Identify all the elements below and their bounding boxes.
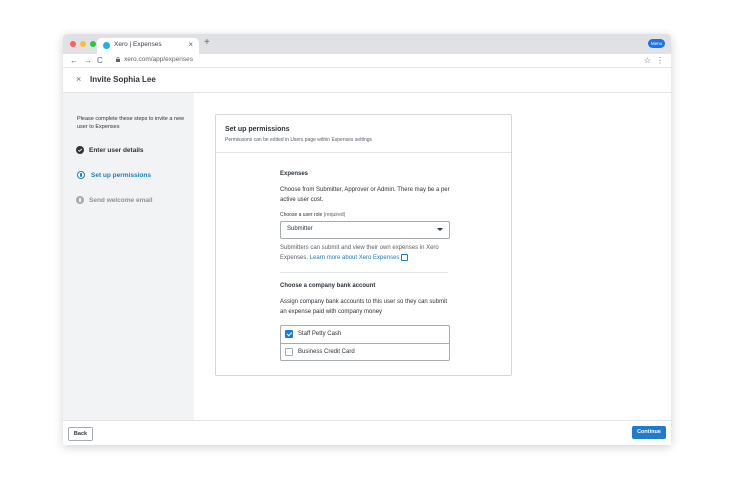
browser-menu-icon[interactable]: ⋮ — [656, 54, 664, 67]
step-label: Enter user details — [89, 146, 144, 154]
url-input[interactable]: xero.com/app/expenses — [124, 56, 193, 63]
staff-petty-cash-checkbox[interactable] — [285, 330, 293, 338]
app-header: × Invite Sophia Lee — [63, 68, 671, 93]
browser-window: Xero | Expenses × + Menu ← → C xero.com/… — [63, 34, 671, 445]
address-bar: ← → C xero.com/app/expenses ☆ ⋮ — [63, 54, 671, 68]
close-icon[interactable]: × — [76, 74, 81, 84]
user-role-label: Choose a user role (required) — [280, 212, 345, 218]
bank-account-row-staff-petty-cash[interactable]: Staff Petty Cash — [281, 326, 449, 343]
divider — [216, 152, 511, 153]
browser-tab[interactable]: Xero | Expenses × — [97, 38, 199, 54]
user-role-select[interactable]: Submitter — [280, 221, 450, 239]
xero-favicon-icon — [103, 42, 110, 49]
bank-account-row-business-credit-card[interactable]: Business Credit Card — [281, 343, 449, 361]
tab-close-icon[interactable]: × — [188, 40, 193, 49]
bank-account-list: Staff Petty Cash Business Credit Card — [280, 325, 450, 361]
lock-icon — [116, 57, 120, 62]
chevron-down-icon — [437, 228, 443, 231]
card-title: Set up permissions — [225, 126, 290, 133]
reload-icon[interactable]: C — [97, 54, 103, 67]
bank-account-heading: Choose a company bank account — [280, 283, 376, 289]
minimize-window-button[interactable] — [80, 41, 86, 47]
expenses-heading: Expenses — [280, 171, 309, 177]
required-indicator: (required) — [323, 212, 346, 218]
bank-account-label: Staff Petty Cash — [298, 331, 342, 337]
card-subtitle: Permissions can be edited in Users page … — [225, 137, 373, 143]
window-controls — [70, 41, 96, 47]
page-title: Invite Sophia Lee — [90, 75, 156, 84]
back-arrow-icon[interactable]: ← — [70, 54, 78, 67]
continue-button[interactable]: Continue — [632, 426, 666, 439]
upcoming-step-icon — [76, 196, 84, 204]
forward-arrow-icon[interactable]: → — [84, 54, 92, 67]
user-role-label-text: Choose a user role — [280, 212, 323, 218]
main-content: Set up permissions Permissions can be ed… — [194, 93, 671, 420]
check-circle-icon — [76, 146, 84, 154]
profile-button[interactable]: Menu — [648, 39, 665, 48]
new-tab-button[interactable]: + — [204, 37, 210, 48]
back-button[interactable]: Back — [68, 427, 93, 441]
browser-tab-bar: Xero | Expenses × + Menu — [63, 34, 671, 54]
bookmark-star-icon[interactable]: ☆ — [644, 54, 651, 67]
bank-account-description: Assign company bank accounts to this use… — [280, 299, 448, 315]
user-role-value: Submitter — [287, 226, 313, 232]
external-link-icon[interactable] — [401, 253, 409, 261]
close-window-button[interactable] — [70, 41, 76, 47]
footer-bar: Back Continue — [63, 420, 671, 445]
steps-sidebar: Please complete these steps to invite a … — [63, 93, 194, 420]
step-send-welcome-email[interactable]: Send welcome email — [76, 195, 153, 205]
tab-title: Xero | Expenses — [114, 41, 162, 48]
expenses-description: Choose from Submitter, Approver or Admin… — [280, 187, 450, 203]
step-label: Send welcome email — [89, 196, 153, 204]
section-divider — [280, 272, 448, 273]
business-credit-card-checkbox[interactable] — [285, 348, 293, 356]
learn-more-link[interactable]: Learn more about Xero Expenses — [310, 255, 400, 261]
steps-intro: Please complete these steps to invite a … — [77, 116, 185, 130]
step-set-up-permissions[interactable]: Set up permissions — [76, 170, 151, 180]
bank-account-label: Business Credit Card — [298, 349, 355, 355]
current-step-icon — [77, 171, 85, 179]
maximize-window-button[interactable] — [90, 41, 96, 47]
step-enter-user-details[interactable]: Enter user details — [76, 145, 144, 155]
step-label: Set up permissions — [91, 171, 151, 179]
permissions-card: Set up permissions Permissions can be ed… — [215, 114, 512, 376]
role-help-text: Submitters can submit and view their own… — [280, 243, 452, 263]
